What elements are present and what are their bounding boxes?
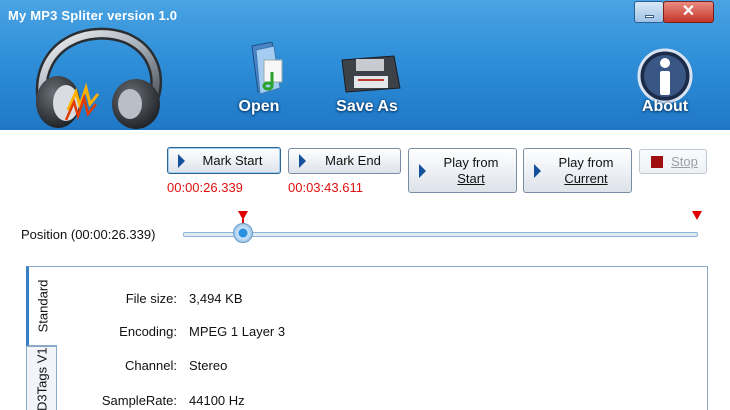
play-from-start-line1: Play from [443, 154, 499, 170]
play-from-current-line2: Current [564, 170, 608, 186]
mark-start-label: Mark Start [202, 152, 263, 168]
tab-id3tags-v1[interactable]: ID3Tags V1 [26, 346, 57, 410]
close-button[interactable]: ✕ [663, 1, 714, 23]
position-label: Position (00:00:26.339) [21, 227, 156, 242]
save-as-button[interactable]: Save As [328, 54, 406, 116]
position-slider-track[interactable] [183, 232, 698, 237]
play-icon [534, 163, 541, 178]
info-key: Channel: [124, 358, 177, 373]
info-key: Encoding: [119, 324, 177, 339]
play-from-start-line2: Start [457, 170, 485, 186]
open-button[interactable]: Open [228, 41, 290, 116]
play-from-start-label: Play from Start [426, 155, 516, 187]
play-from-current-button[interactable]: Play from Current [523, 148, 632, 193]
about-label: About [641, 98, 689, 115]
tab-standard-label: Standard [35, 279, 51, 333]
play-from-start-button[interactable]: Play from Start [408, 148, 517, 193]
stop-button[interactable]: Stop [639, 149, 707, 174]
play-from-current-label: Play from Current [541, 155, 631, 187]
info-value: 44100 Hz [189, 393, 245, 408]
info-key: SampleRate: [101, 393, 177, 408]
open-folder-icon [251, 41, 283, 95]
info-icon [637, 48, 693, 104]
info-value: MPEG 1 Layer 3 [189, 324, 286, 339]
play-icon [419, 163, 426, 178]
minimize-button[interactable] [634, 1, 664, 23]
info-value: Stereo [189, 358, 228, 373]
play-from-current-line1: Play from [558, 154, 614, 170]
info-panel: File size: 3,494 KB Encoding: MPEG 1 Lay… [26, 266, 708, 410]
mark-start-time: 00:00:26.339 [167, 180, 243, 195]
mark-end-time: 00:03:43.611 [288, 180, 363, 195]
info-value: 3,494 KB [189, 291, 243, 306]
mark-end-button[interactable]: Mark End [288, 148, 401, 174]
window-title: My MP3 Spliter version 1.0 [8, 8, 178, 23]
stop-icon [651, 155, 663, 168]
app-header: My MP3 Spliter version 1.0 ✕ Open Save A… [0, 0, 730, 130]
about-button[interactable]: About [635, 48, 695, 116]
end-marker-icon[interactable] [692, 211, 702, 220]
floppy-disk-icon [341, 55, 401, 93]
close-icon: ✕ [681, 3, 696, 20]
headphones-icon [35, 27, 163, 129]
tab-id3tags-label: ID3Tags V1 [34, 347, 49, 410]
play-icon [299, 154, 306, 168]
mark-end-label: Mark End [325, 153, 381, 168]
tab-standard[interactable]: Standard [26, 266, 57, 346]
save-as-label: Save As [336, 98, 398, 115]
info-key: File size: [125, 291, 177, 306]
mark-start-button[interactable]: Mark Start [167, 147, 281, 174]
stop-label: Stop [671, 153, 698, 169]
play-icon [178, 153, 185, 168]
position-slider-thumb[interactable] [233, 223, 254, 243]
open-label: Open [238, 98, 280, 115]
